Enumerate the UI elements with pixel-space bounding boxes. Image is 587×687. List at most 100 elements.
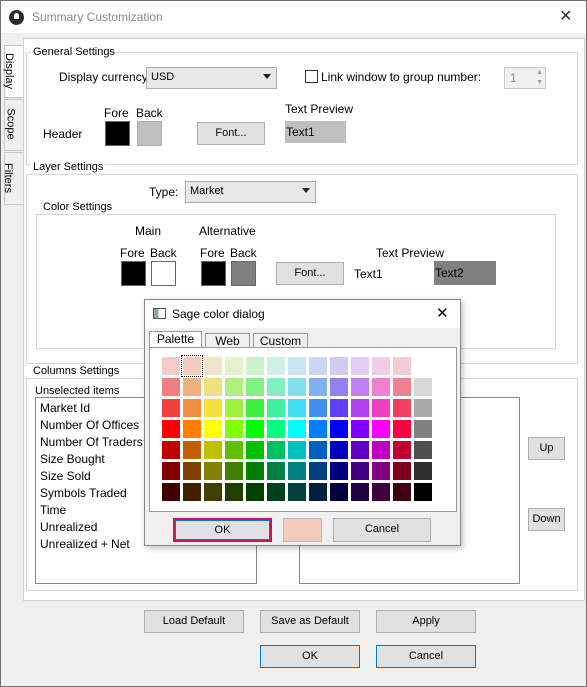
color-cell[interactable] [392, 398, 412, 418]
color-cell[interactable] [308, 377, 328, 397]
color-cell[interactable] [371, 482, 391, 502]
color-cell[interactable] [245, 440, 265, 460]
color-cell[interactable] [308, 461, 328, 481]
cancel-button[interactable]: Cancel [376, 645, 476, 668]
color-cell[interactable] [287, 356, 307, 376]
color-cell[interactable] [308, 440, 328, 460]
color-cell[interactable] [350, 419, 370, 439]
color-cell[interactable] [413, 377, 433, 397]
color-cell[interactable] [392, 377, 412, 397]
main-back-color-swatch[interactable] [151, 261, 176, 286]
load-default-button[interactable]: Load Default [144, 610, 244, 633]
up-button[interactable]: Up [528, 437, 565, 460]
color-cell[interactable] [287, 419, 307, 439]
color-cell[interactable] [329, 419, 349, 439]
color-cell[interactable] [224, 398, 244, 418]
color-cell[interactable] [392, 482, 412, 502]
apply-button[interactable]: Apply [376, 610, 476, 633]
color-cell[interactable] [413, 398, 433, 418]
color-cell[interactable] [266, 440, 286, 460]
color-cell[interactable] [392, 440, 412, 460]
color-cell[interactable] [224, 377, 244, 397]
color-cell[interactable] [308, 482, 328, 502]
header-fore-color-swatch[interactable] [105, 121, 130, 146]
color-cell[interactable] [392, 461, 412, 481]
color-cell[interactable] [350, 356, 370, 376]
color-cell[interactable] [371, 461, 391, 481]
down-button[interactable]: Down [528, 508, 565, 531]
stepper-arrows-icon[interactable]: ▲ ▼ [536, 68, 543, 88]
color-cell[interactable] [413, 482, 433, 502]
save-as-default-button[interactable]: Save as Default [260, 610, 360, 633]
color-cell[interactable] [350, 440, 370, 460]
color-cell[interactable] [371, 377, 391, 397]
color-cell[interactable] [287, 377, 307, 397]
tab-web[interactable]: Web [205, 333, 250, 348]
color-cell[interactable] [203, 482, 223, 502]
color-cell[interactable] [266, 461, 286, 481]
color-cell[interactable] [371, 356, 391, 376]
color-cell[interactable] [392, 419, 412, 439]
color-cell[interactable] [329, 440, 349, 460]
color-cell[interactable] [413, 356, 433, 376]
color-cell[interactable] [203, 419, 223, 439]
color-cell[interactable] [371, 419, 391, 439]
close-icon[interactable]: ✕ [436, 304, 449, 322]
group-number-stepper[interactable]: 1 ▲ ▼ [504, 67, 546, 89]
color-cell[interactable] [392, 356, 412, 376]
color-cell[interactable] [329, 482, 349, 502]
color-cell[interactable] [350, 482, 370, 502]
color-cell[interactable] [329, 377, 349, 397]
color-cell[interactable] [266, 356, 286, 376]
color-cell[interactable] [161, 440, 181, 460]
color-cell[interactable] [413, 419, 433, 439]
alt-back-color-swatch[interactable] [231, 261, 256, 286]
color-cell[interactable] [161, 482, 181, 502]
color-cell[interactable] [182, 461, 202, 481]
type-select[interactable]: Market [185, 181, 316, 203]
color-cell[interactable] [182, 419, 202, 439]
color-cell[interactable] [181, 355, 203, 377]
color-cell[interactable] [371, 440, 391, 460]
color-cell[interactable] [224, 356, 244, 376]
main-fore-color-swatch[interactable] [121, 261, 146, 286]
color-cell[interactable] [350, 398, 370, 418]
color-cell[interactable] [161, 377, 181, 397]
color-cell[interactable] [224, 461, 244, 481]
color-cell[interactable] [161, 419, 181, 439]
tab-display[interactable]: Display [3, 45, 24, 98]
color-cell[interactable] [224, 482, 244, 502]
color-cell[interactable] [245, 398, 265, 418]
color-cell[interactable] [224, 440, 244, 460]
color-cell[interactable] [203, 356, 223, 376]
color-cell[interactable] [371, 398, 391, 418]
color-cell[interactable] [308, 356, 328, 376]
color-cell[interactable] [350, 461, 370, 481]
color-cell[interactable] [308, 398, 328, 418]
color-cell[interactable] [245, 482, 265, 502]
tab-filters[interactable]: Filters [2, 152, 24, 205]
color-cell[interactable] [245, 461, 265, 481]
tab-palette[interactable]: Palette [149, 331, 202, 348]
color-cell[interactable] [308, 419, 328, 439]
color-cell[interactable] [266, 419, 286, 439]
color-cell[interactable] [266, 398, 286, 418]
color-cell[interactable] [287, 440, 307, 460]
alt-fore-color-swatch[interactable] [201, 261, 226, 286]
color-cell[interactable] [329, 398, 349, 418]
color-cell[interactable] [287, 398, 307, 418]
color-cell[interactable] [266, 482, 286, 502]
layer-font-button[interactable]: Font... [276, 262, 344, 285]
color-cell[interactable] [203, 461, 223, 481]
color-cell[interactable] [203, 377, 223, 397]
color-cell[interactable] [245, 356, 265, 376]
dialog-ok-button[interactable]: OK [173, 518, 272, 542]
color-cell[interactable] [245, 377, 265, 397]
color-cell[interactable] [287, 482, 307, 502]
color-cell[interactable] [329, 461, 349, 481]
color-cell[interactable] [203, 398, 223, 418]
header-font-button[interactable]: Font... [197, 122, 265, 145]
currency-select[interactable]: USD [146, 67, 277, 89]
close-icon[interactable]: ✕ [559, 6, 572, 26]
color-cell[interactable] [245, 419, 265, 439]
